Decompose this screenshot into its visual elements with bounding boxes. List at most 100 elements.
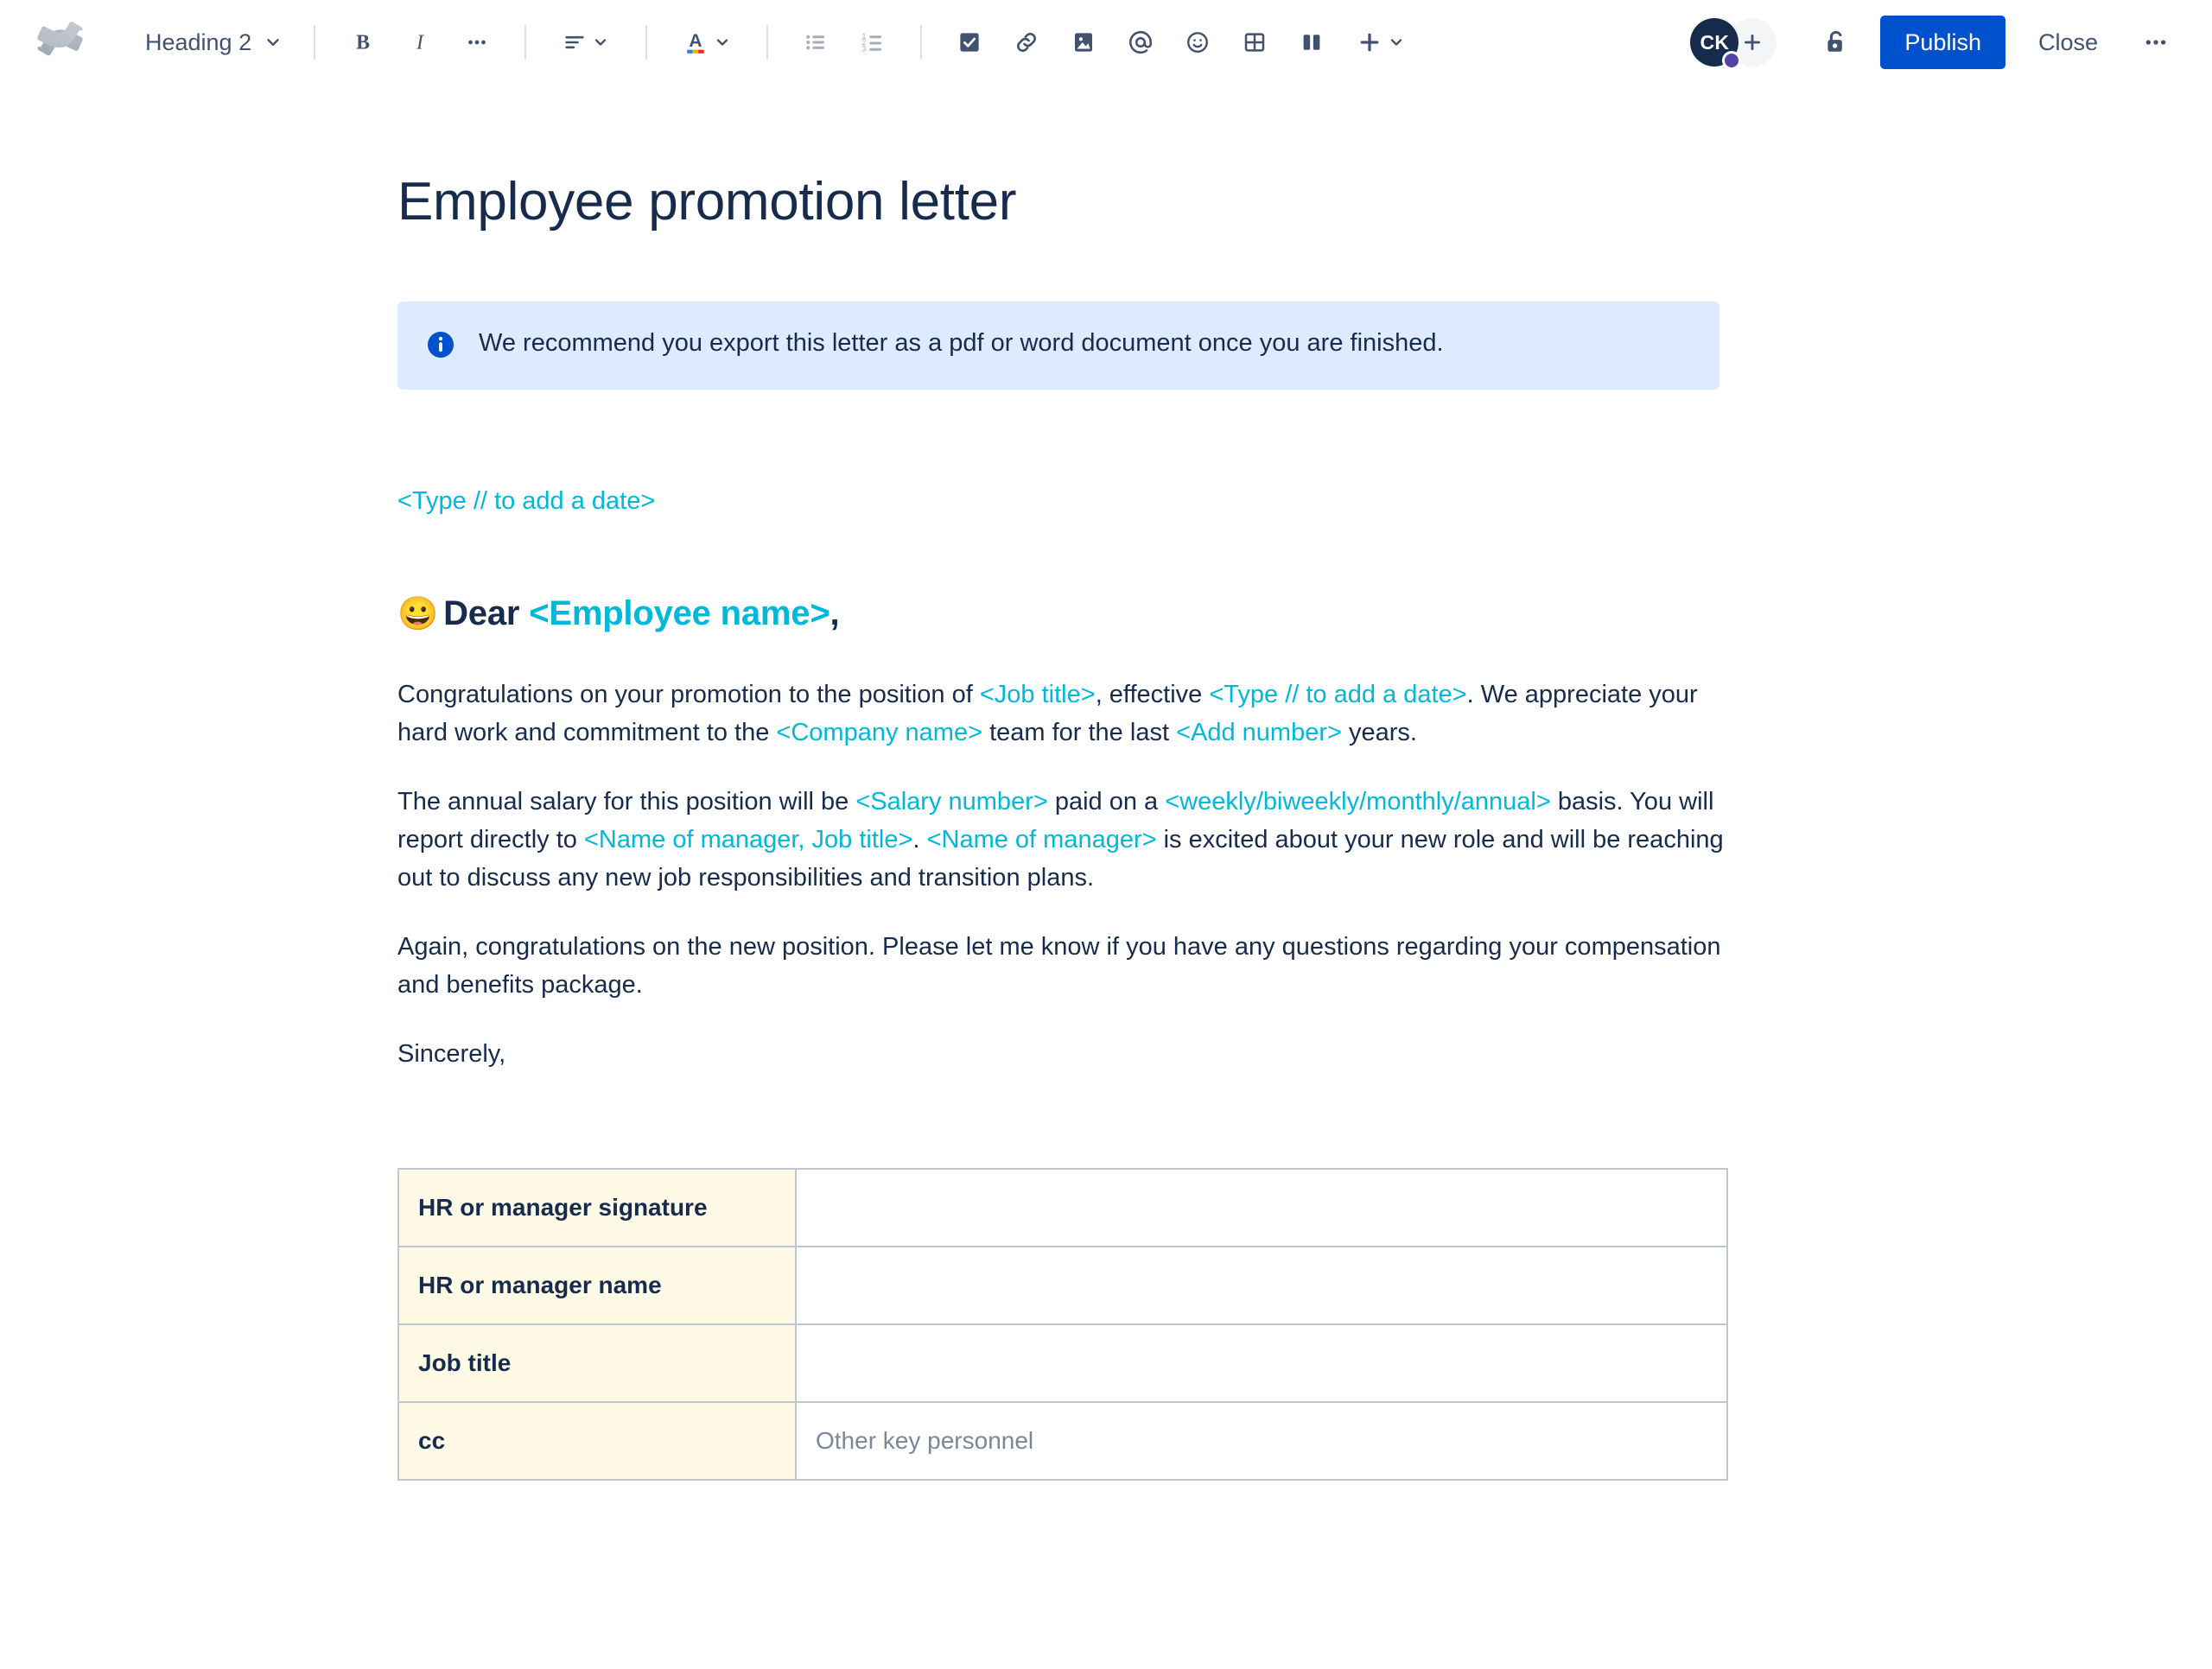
chevron-down-icon xyxy=(267,39,279,46)
page-title[interactable]: Employee promotion letter xyxy=(397,171,2160,232)
image-icon xyxy=(1075,33,1093,52)
paragraph-text: Again, congratulations on the new positi… xyxy=(397,933,1721,999)
italic-icon: I xyxy=(416,32,424,54)
numbered-list-icon: 1 2 3 xyxy=(862,32,882,53)
table-icon xyxy=(1244,33,1265,52)
grinning-face-emoji: 😀 xyxy=(397,596,439,633)
action-item-button[interactable] xyxy=(944,17,995,67)
ellipsis-icon xyxy=(468,40,486,45)
publish-button[interactable]: Publish xyxy=(1880,16,2005,69)
salutation-suffix: , xyxy=(830,594,840,633)
table-row-label[interactable]: cc xyxy=(397,1401,797,1482)
salutation-prefix: Dear xyxy=(443,594,530,633)
text-align-button[interactable] xyxy=(549,17,623,67)
confluence-logo[interactable] xyxy=(33,15,88,70)
align-left-icon xyxy=(565,35,584,49)
collaborators: CK xyxy=(1690,18,1777,70)
bold-icon: B xyxy=(356,32,370,54)
paragraph-text: team for the last xyxy=(982,718,1177,746)
block-style-label: Heading 2 xyxy=(145,29,252,55)
letter-body: Congratulations on your promotion to the… xyxy=(397,676,2160,1074)
toolbar-divider xyxy=(766,25,769,60)
mention-button[interactable] xyxy=(1116,17,1166,67)
ellipsis-icon xyxy=(2145,40,2166,45)
signature-table[interactable]: HR or manager signature HR or manager nam… xyxy=(397,1168,1728,1482)
insert-more-button[interactable] xyxy=(1344,17,1418,67)
table-row-label[interactable]: HR or manager signature xyxy=(397,1168,797,1248)
toolbar-divider xyxy=(920,25,923,60)
plus-icon xyxy=(1745,35,1761,50)
info-icon xyxy=(425,329,456,365)
paragraph-text: Congratulations on your promotion to the… xyxy=(397,680,980,708)
document-editor[interactable]: Employee promotion letter We recommend y… xyxy=(0,171,2212,1482)
table-row-value[interactable] xyxy=(795,1323,1728,1404)
inline-placeholder[interactable]: <Salary number> xyxy=(855,788,1047,815)
paragraph-text: paid on a xyxy=(1047,788,1166,815)
paragraph-text: The annual salary for this position will… xyxy=(397,788,856,815)
emoji-smiley-icon xyxy=(1187,32,1209,53)
inline-placeholder[interactable]: <Name of manager> xyxy=(927,826,1157,854)
plus-icon xyxy=(1360,33,1379,52)
paragraph-text: years. xyxy=(1341,718,1417,746)
table-row: HR or manager signature xyxy=(397,1168,1728,1248)
paragraph-sincerely[interactable]: Sincerely, xyxy=(397,1035,1741,1073)
table-button[interactable] xyxy=(1230,17,1280,67)
table-row-label[interactable]: Job title xyxy=(397,1323,797,1404)
paragraph-congratulations[interactable]: Congratulations on your promotion to the… xyxy=(397,676,1741,752)
bold-button[interactable]: B xyxy=(338,17,388,67)
info-panel-text: We recommend you export this letter as a… xyxy=(479,329,1444,358)
chevron-down-icon xyxy=(594,39,607,46)
table-row-value[interactable] xyxy=(795,1168,1728,1248)
text-color-icon: A xyxy=(687,31,704,54)
checkbox-icon xyxy=(960,33,979,52)
paragraph-text: . xyxy=(912,826,927,854)
toolbar-divider xyxy=(314,25,316,60)
cell-placeholder: Other key personnel xyxy=(816,1427,1034,1455)
more-formatting-button[interactable] xyxy=(452,17,502,67)
table-row: cc Other key personnel xyxy=(397,1401,1728,1482)
svg-text:3: 3 xyxy=(862,44,867,53)
link-icon xyxy=(1017,33,1037,52)
info-panel: We recommend you export this letter as a… xyxy=(397,301,1719,390)
employee-name-placeholder[interactable]: <Employee name> xyxy=(529,594,830,632)
toolbar-divider xyxy=(524,25,527,60)
table-row: HR or manager name xyxy=(397,1246,1728,1326)
avatar[interactable]: CK xyxy=(1690,18,1742,70)
table-row-value[interactable] xyxy=(795,1246,1728,1326)
image-button[interactable] xyxy=(1058,17,1109,67)
mention-at-icon xyxy=(1129,30,1153,54)
inline-placeholder[interactable]: <weekly/biweekly/monthly/annual> xyxy=(1165,788,1551,815)
table-row-label[interactable]: HR or manager name xyxy=(397,1246,797,1326)
avatar-initials: CK xyxy=(1700,30,1730,54)
svg-text:I: I xyxy=(416,32,424,54)
paragraph-text: Sincerely, xyxy=(397,1040,506,1069)
restrictions-button[interactable] xyxy=(1811,17,1861,67)
chevron-down-icon xyxy=(716,39,728,46)
chevron-down-icon xyxy=(1390,39,1402,46)
italic-button[interactable]: I xyxy=(395,17,445,67)
inline-placeholder[interactable]: <Add number> xyxy=(1176,719,1342,746)
bullet-list-button[interactable] xyxy=(791,17,841,67)
more-actions-button[interactable] xyxy=(2129,17,2183,67)
editor-toolbar: Heading 2 B I A 1 2 3 CK Publish Close xyxy=(0,0,2212,85)
text-color-button[interactable]: A xyxy=(670,17,744,67)
avatar-presence-badge xyxy=(1722,51,1742,70)
paragraph-salary[interactable]: The annual salary for this position will… xyxy=(397,783,1741,897)
table-row-value[interactable]: Other key personnel xyxy=(795,1401,1728,1482)
emoji-button[interactable] xyxy=(1173,17,1223,67)
close-button[interactable]: Close xyxy=(2016,16,2120,69)
numbered-list-button[interactable]: 1 2 3 xyxy=(848,17,898,67)
inline-placeholder[interactable]: <Type // to add a date> xyxy=(1209,681,1466,708)
date-placeholder[interactable]: <Type // to add a date> xyxy=(397,483,2160,519)
toolbar-divider xyxy=(645,25,648,60)
salutation-heading[interactable]: 😀 Dear <Employee name>, xyxy=(397,592,2160,636)
inline-placeholder[interactable]: <Name of manager, Job title> xyxy=(584,826,912,854)
paragraph-closing[interactable]: Again, congratulations on the new positi… xyxy=(397,928,1741,1004)
link-button[interactable] xyxy=(1001,17,1052,67)
inline-placeholder[interactable]: <Job title> xyxy=(980,681,1096,708)
block-style-dropdown[interactable]: Heading 2 xyxy=(133,16,295,68)
layout-button[interactable] xyxy=(1287,17,1337,67)
inline-placeholder[interactable]: <Company name> xyxy=(776,719,982,746)
two-column-layout-icon xyxy=(1303,35,1320,50)
paragraph-text: , effective xyxy=(1095,680,1210,708)
